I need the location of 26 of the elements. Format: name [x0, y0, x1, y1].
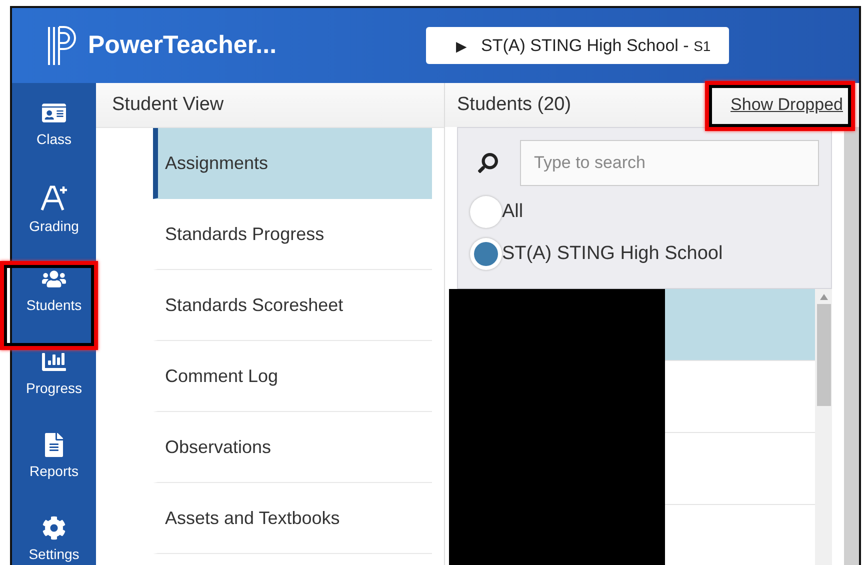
logo-icon: [46, 24, 76, 66]
nav-item[interactable]: Reports: [12, 425, 96, 508]
panel-title: Students (20): [457, 94, 572, 116]
student-row[interactable]: [665, 289, 815, 361]
id-card-icon: [42, 101, 66, 125]
nav-item[interactable]: Settings: [12, 508, 96, 565]
nav-item[interactable]: Students: [12, 259, 96, 342]
settings-icon: [42, 516, 66, 540]
scrollbar[interactable]: [844, 127, 859, 565]
radio-option[interactable]: ST(A) STING High School: [470, 238, 819, 270]
bar-chart-icon: [42, 350, 66, 374]
radio-option[interactable]: All: [470, 196, 819, 228]
class-selector[interactable]: ▶ ST(A) STING High School - S1: [426, 27, 729, 64]
nav-item[interactable]: Class: [12, 93, 96, 176]
document-icon: [42, 433, 66, 457]
search-icon: [478, 153, 498, 173]
scroll-up-icon[interactable]: [820, 294, 828, 300]
nav-item[interactable]: Progress: [12, 342, 96, 425]
search-field[interactable]: Type to search: [520, 140, 819, 186]
scrollbar[interactable]: [815, 289, 832, 565]
app-title: PowerTeacher...: [88, 31, 278, 60]
menu-item[interactable]: Assignments: [153, 128, 432, 199]
nav-item[interactable]: Grading: [12, 176, 96, 259]
panel-title: Student View: [96, 83, 444, 128]
a-plus-icon: [40, 184, 68, 212]
show-dropped-link[interactable]: Show Dropped: [730, 95, 843, 115]
